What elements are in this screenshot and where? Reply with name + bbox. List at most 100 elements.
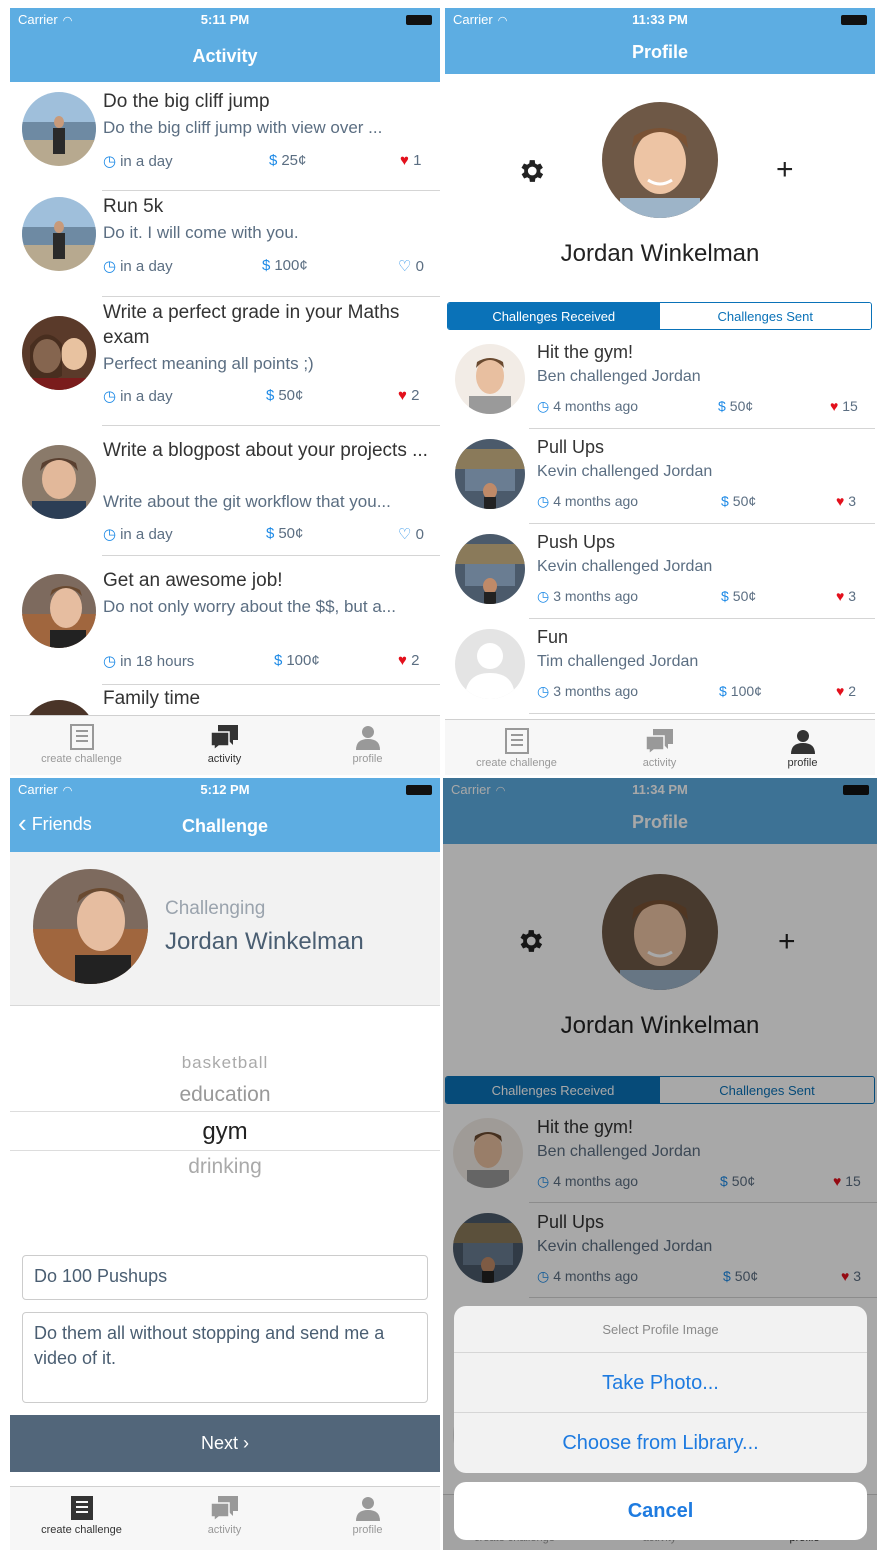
tab-profile[interactable]: profile <box>296 1487 439 1545</box>
tab-label: create challenge <box>41 1524 122 1536</box>
profile-screen: Carrier ◠ 11:33 PM Profile + Jordan Winke… <box>445 8 875 775</box>
avatar <box>455 534 525 604</box>
status-bar: Carrier ◠ 11:33 PM <box>445 8 875 30</box>
heart-icon: ♥ <box>398 387 407 404</box>
tab-create-challenge[interactable]: create challenge <box>10 716 153 774</box>
status-time: 5:12 PM <box>200 782 250 797</box>
item-amount: $50¢ <box>266 525 304 542</box>
divider <box>529 523 875 524</box>
take-photo-button[interactable]: Take Photo... <box>454 1353 867 1413</box>
challenge-title-input[interactable]: Do 100 Pushups <box>22 1255 428 1300</box>
tab-label: activity <box>207 1524 242 1536</box>
like-button[interactable]: ♥ 3 <box>836 588 856 604</box>
tab-activity[interactable]: activity <box>588 720 731 775</box>
list-item[interactable]: Do the big cliff jump Do the big cliff j… <box>10 82 440 192</box>
like-button[interactable]: ♡ 0 <box>398 525 424 543</box>
tab-activity[interactable]: activity <box>153 716 296 774</box>
status-time: 5:11 PM <box>200 12 250 27</box>
activity-screen: Carrier ◠ 5:11 PM Activity Do the big cli… <box>10 8 440 775</box>
tab-profile[interactable]: profile <box>296 716 439 774</box>
segment-challenges-received[interactable]: Challenges Received <box>448 303 660 329</box>
avatar <box>455 629 525 699</box>
choose-from-library-button[interactable]: Choose from Library... <box>454 1413 867 1473</box>
tab-label: create challenge <box>476 757 557 769</box>
picker-divider <box>10 1111 440 1112</box>
divider <box>102 555 440 556</box>
item-time: ◷ 3 months ago <box>537 588 639 604</box>
tab-activity[interactable]: activity <box>153 1487 296 1545</box>
dollar-icon: $ <box>269 152 278 169</box>
list-item[interactable]: Hit the gym! Ben challenged Jordan ◷ 4 mo… <box>445 336 875 431</box>
tab-bar: create challenge activity profile <box>10 1486 440 1550</box>
navbar: Carrier ◠ 11:33 PM Profile <box>445 8 875 74</box>
next-button[interactable]: Next › <box>10 1415 440 1472</box>
item-title: Pull Ups <box>537 437 605 457</box>
divider <box>529 428 875 429</box>
dollar-icon: $ <box>721 493 729 509</box>
picker-option[interactable]: drinking <box>10 1155 440 1179</box>
heart-outline-icon: ♡ <box>398 258 412 275</box>
navbar: Carrier ◠ 5:11 PM Activity <box>10 8 440 82</box>
challenge-description-input[interactable]: Do them all without stopping and send me… <box>22 1312 428 1403</box>
chat-bubbles-icon <box>644 729 673 755</box>
tab-label: activity <box>207 753 242 765</box>
list-item[interactable]: Write a blogpost about your projects ...… <box>10 428 440 558</box>
list-item[interactable]: Run 5k Do it. I will come with you. ◷ in … <box>10 192 440 298</box>
newspaper-icon <box>69 724 94 750</box>
profile-avatar[interactable] <box>602 102 718 218</box>
challenge-header: Challenging Jordan Winkelman <box>10 852 440 1006</box>
profile-image-sheet-screen: Carrier ◠ 11:34 PM Profile + Jordan Winke… <box>443 778 877 1550</box>
status-bar: Carrier ◠ 5:11 PM <box>10 8 440 30</box>
like-button[interactable]: ♥ 3 <box>836 493 856 509</box>
like-button[interactable]: ♥ 2 <box>836 683 856 699</box>
heart-icon: ♥ <box>830 398 839 414</box>
item-desc: Do not only worry about the $$, but a... <box>103 597 396 616</box>
avatar <box>22 574 96 648</box>
tab-create-challenge[interactable]: create challenge <box>445 720 588 775</box>
picker-divider <box>10 1150 440 1151</box>
list-item[interactable]: Get an awesome job! Do not only worry ab… <box>10 558 440 686</box>
item-title: Family time <box>103 688 201 709</box>
list-item[interactable]: Write a perfect grade in your Maths exam… <box>10 298 440 428</box>
clock-icon: ◷ <box>537 493 550 509</box>
picker-option[interactable]: education <box>10 1083 440 1107</box>
item-amount: $100¢ <box>719 683 762 699</box>
item-amount: $50¢ <box>721 493 757 509</box>
like-button[interactable]: ♥ 2 <box>398 652 419 669</box>
clock-icon: ◷ <box>103 653 117 670</box>
heart-icon: ♥ <box>836 588 845 604</box>
like-button[interactable]: ♡ 0 <box>398 257 424 275</box>
avatar <box>22 445 96 519</box>
dollar-icon: $ <box>262 257 271 274</box>
profile-name: Jordan Winkelman <box>560 240 760 267</box>
like-button[interactable]: ♥ 1 <box>400 152 421 169</box>
list-item[interactable]: Pull Ups Kevin challenged Jordan ◷ 4 mont… <box>445 431 875 526</box>
page-title: Activity <box>192 46 258 66</box>
segment-challenges-sent[interactable]: Challenges Sent <box>659 303 871 329</box>
tab-profile[interactable]: profile <box>731 720 874 775</box>
page-title: Challenge <box>181 816 269 836</box>
picker-selected-option[interactable]: gym <box>10 1118 440 1146</box>
tab-create-challenge[interactable]: create challenge <box>10 1487 153 1545</box>
picker-option[interactable]: basketball <box>10 1053 440 1073</box>
item-amount: $50¢ <box>721 588 757 604</box>
item-title: Get an awesome job! <box>103 570 283 591</box>
dollar-icon: $ <box>266 387 275 404</box>
like-button[interactable]: ♥ 2 <box>398 387 419 404</box>
clock-icon: ◷ <box>537 398 550 414</box>
page-title: Profile <box>631 42 688 62</box>
list-item[interactable]: Fun Tim challenged Jordan ◷ 3 months ago … <box>445 621 875 716</box>
item-time: ◷ 4 months ago <box>537 493 639 509</box>
avatar <box>22 92 96 166</box>
add-icon[interactable]: + <box>776 155 794 185</box>
list-item[interactable]: Push Ups Kevin challenged Jordan ◷ 3 mont… <box>445 526 875 621</box>
avatar <box>22 316 96 390</box>
gear-icon[interactable] <box>516 156 546 186</box>
dollar-icon: $ <box>719 683 727 699</box>
like-button[interactable]: ♥ 15 <box>830 398 858 414</box>
action-sheet-title: Select Profile Image <box>454 1306 867 1353</box>
newspaper-icon <box>70 1496 93 1520</box>
divider <box>529 713 875 714</box>
cancel-button[interactable]: Cancel <box>454 1482 867 1540</box>
challenged-name: Jordan Winkelman <box>165 928 364 955</box>
